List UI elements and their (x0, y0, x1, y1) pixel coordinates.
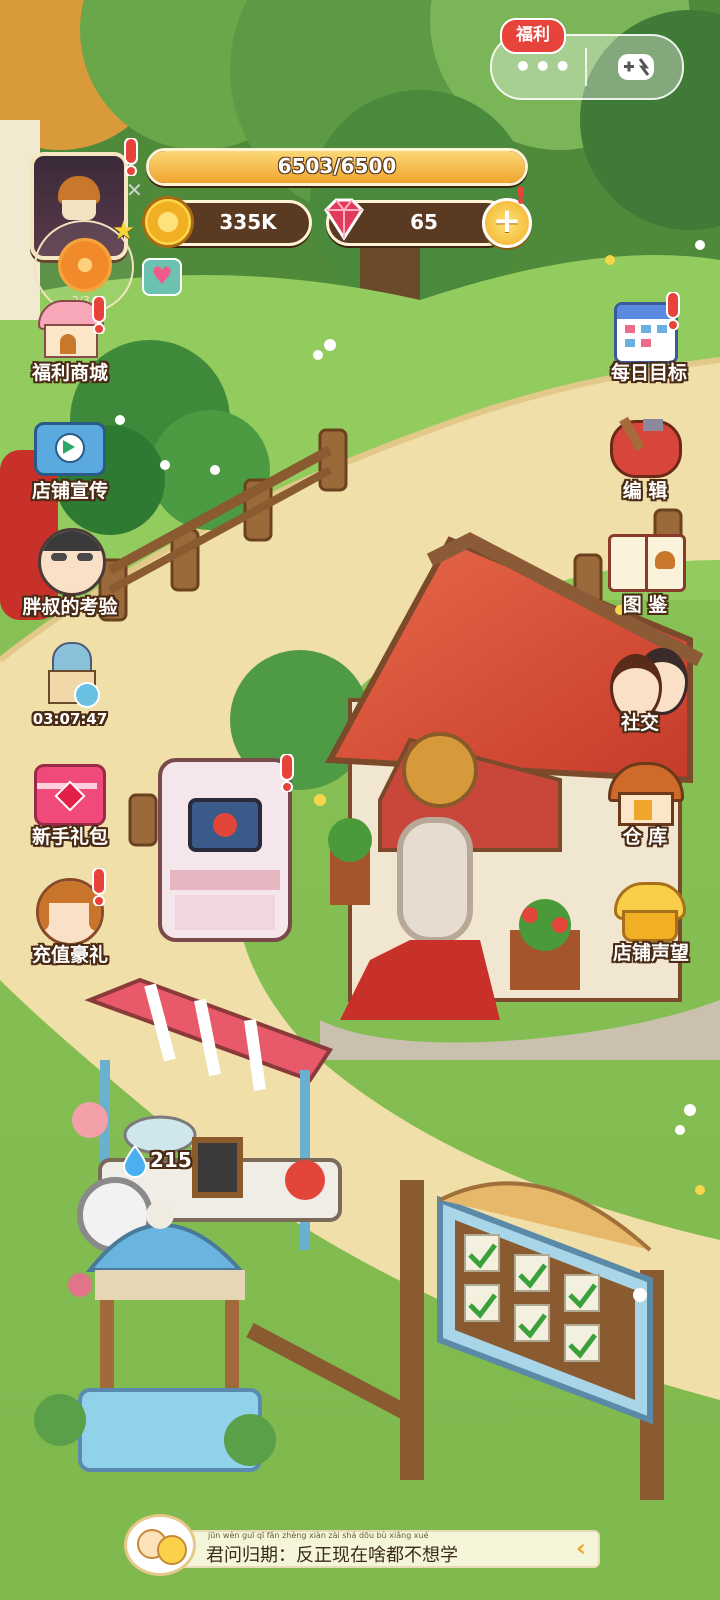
gold-value: 335K (219, 210, 277, 234)
water-value: 215 (150, 1148, 192, 1172)
star-badge-icon: ★ (112, 216, 136, 246)
notification-exclaim-icon (280, 754, 294, 792)
notification-exclaim-icon (666, 292, 680, 330)
menu-label: 店铺声望 (612, 942, 689, 964)
muffin-avatar-icon (54, 176, 104, 220)
warehouse-icon (608, 762, 684, 826)
menu-label: 胖叔的考验 (22, 596, 118, 618)
close-icon[interactable]: ✕ (126, 178, 143, 202)
menu-social[interactable]: 社交 (600, 642, 700, 738)
menu-label: 充值豪礼 (31, 944, 108, 966)
book-icon (608, 534, 686, 592)
add-gems-button[interactable]: + (482, 198, 532, 248)
subtitle-text: 君问归期：反正现在啥都不想学 (206, 1545, 458, 1566)
exp-value: 6503/6500 (277, 154, 397, 178)
subtitle-pinyin: jūn wèn guī qī fǎn zhèng xiàn zài shá dō… (208, 1531, 429, 1540)
water-counter[interactable]: 215 (120, 1144, 210, 1180)
menu-uncle-trial[interactable]: 胖叔的考验 (10, 526, 130, 622)
menu-timed-event[interactable]: 03:07:47 (20, 640, 120, 736)
ruby-gem-icon (324, 198, 364, 241)
capsule-divider (585, 48, 587, 86)
menu-label: 社交 (620, 712, 659, 734)
menu-warehouse[interactable]: 仓 库 (600, 758, 700, 854)
mascot-bubble-icon (124, 1514, 196, 1576)
menu-label: 编 辑 (622, 480, 668, 502)
welfare-badge[interactable]: 福利 (500, 18, 566, 54)
menu-label: 福利商城 (31, 362, 108, 384)
menu-shop-reputation[interactable]: 店铺声望 (596, 876, 706, 972)
chevron-left-icon: ‹ (576, 1534, 586, 1562)
menu-starter-pack[interactable]: 新手礼包 (20, 760, 120, 856)
menu-label: 店铺宣传 (31, 480, 108, 502)
camera-icon (34, 422, 106, 476)
notification-exclaim-icon (518, 186, 524, 204)
event-tower-icon (44, 642, 100, 708)
gift-box-icon (34, 764, 106, 826)
gamepad-button[interactable] (592, 36, 682, 98)
gamepad-icon (618, 54, 654, 80)
gold-coin-icon (142, 196, 194, 248)
subtitle-bar: jūn wèn guī qī fǎn zhèng xiàn zài shá dō… (150, 1530, 600, 1568)
welfare-badge-text: 福利 (516, 25, 550, 45)
notification-exclaim-icon (92, 296, 106, 334)
notification-exclaim-icon (124, 138, 138, 176)
menu-label: 仓 库 (622, 826, 668, 848)
event-timer: 03:07:47 (32, 710, 108, 728)
heart-icon: ♥ (151, 262, 173, 290)
friends-icon (606, 646, 688, 721)
exp-bar: 6503/6500 (146, 148, 528, 186)
menu-daily-goals[interactable]: 每日目标 (600, 296, 700, 392)
toolbox-icon (610, 416, 682, 478)
collapse-subtitle-button[interactable]: ‹ (568, 1534, 594, 1562)
menu-shop-promotion[interactable]: 店铺宣传 (20, 412, 120, 508)
water-drop-icon (122, 1144, 148, 1178)
orange-slice-icon (58, 238, 112, 292)
menu-label: 新手礼包 (31, 826, 108, 848)
like-button[interactable]: ♥ (142, 258, 182, 296)
notification-exclaim-icon (92, 868, 106, 906)
menu-collection[interactable]: 图 鉴 (600, 526, 700, 622)
plus-icon: + (492, 201, 522, 241)
uncle-portrait-icon (38, 528, 106, 596)
menu-label: 图 鉴 (622, 594, 668, 616)
chat-mascot-button[interactable] (124, 1514, 196, 1576)
more-dots-icon: ••• (514, 50, 574, 83)
menu-edit[interactable]: 编 辑 (600, 410, 700, 506)
gem-value: 65 (410, 210, 438, 234)
golden-muffin-icon (614, 882, 686, 942)
menu-label: 每日目标 (610, 362, 687, 384)
